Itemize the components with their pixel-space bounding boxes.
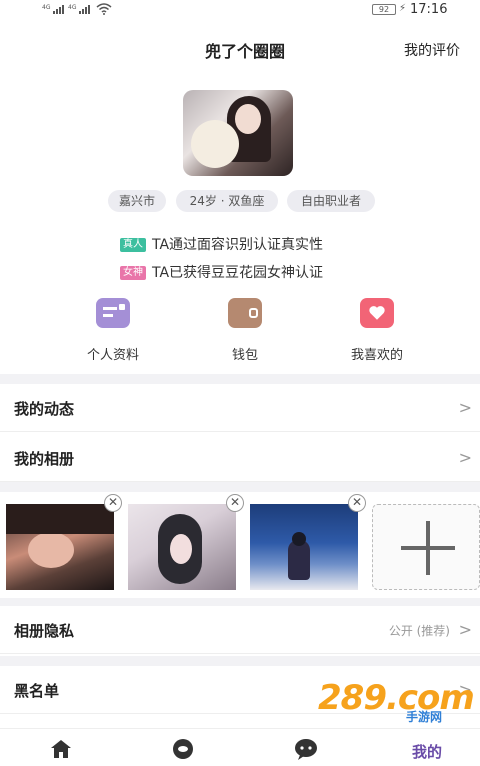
- chevron-right-icon: >: [458, 620, 472, 639]
- close-icon[interactable]: ✕: [104, 494, 122, 512]
- chevron-right-icon: >: [458, 448, 472, 467]
- section-divider: [0, 656, 480, 666]
- album-photo[interactable]: [6, 504, 114, 590]
- signal-icon: 4G: [68, 4, 91, 14]
- home-icon[interactable]: [48, 737, 74, 765]
- my-review-link[interactable]: 我的评价: [404, 40, 480, 60]
- shortcut-liked[interactable]: 我喜欢的: [322, 298, 432, 363]
- section-divider: [0, 374, 480, 384]
- real-person-badge: 真人: [120, 238, 146, 252]
- shortcut-wallet[interactable]: 钱包: [190, 298, 300, 363]
- tab-mine[interactable]: 我的: [412, 741, 442, 762]
- menu-my-moments[interactable]: 我的动态 >: [0, 384, 480, 432]
- profile-tags: 嘉兴市 24岁 · 双鱼座 自由职业者: [0, 190, 480, 212]
- goddess-badge: 女神: [120, 266, 146, 280]
- shortcut-profile[interactable]: 个人资料: [58, 298, 168, 363]
- tag-age-zodiac: 24岁 · 双鱼座: [176, 190, 278, 212]
- tag-city: 嘉兴市: [108, 190, 166, 212]
- discover-icon[interactable]: [170, 737, 196, 765]
- status-time: 17:16: [410, 2, 448, 17]
- wallet-icon: [228, 298, 262, 328]
- avatar[interactable]: [183, 90, 293, 176]
- header: 兜了个圈圈 我的评价: [0, 38, 480, 66]
- album-strip: ✕ ✕ ✕: [0, 494, 480, 594]
- verification-real-person: 真人 TA通过面容识别认证真实性: [120, 234, 323, 253]
- section-divider: [0, 598, 480, 606]
- menu-album-privacy[interactable]: 相册隐私 公开 (推荐) >: [0, 606, 480, 654]
- signal-icon: 4G: [42, 4, 65, 14]
- wifi-icon: [96, 3, 112, 15]
- battery-icon: 92: [372, 4, 396, 15]
- album-photo[interactable]: [250, 504, 358, 590]
- close-icon[interactable]: ✕: [226, 494, 244, 512]
- profile-card-icon: [96, 298, 130, 328]
- album-photo[interactable]: [128, 504, 236, 590]
- charging-icon: ⚡: [399, 3, 407, 14]
- section-divider: [0, 482, 480, 492]
- tag-occupation: 自由职业者: [287, 190, 375, 212]
- album-privacy-value: 公开 (推荐): [388, 624, 450, 638]
- message-icon[interactable]: [292, 737, 320, 765]
- menu-my-album[interactable]: 我的相册 >: [0, 434, 480, 482]
- verification-goddess: 女神 TA已获得豆豆花园女神认证: [120, 262, 323, 281]
- status-bar: 4G 4G 92 ⚡ 17:16: [0, 0, 480, 22]
- close-icon[interactable]: ✕: [348, 494, 366, 512]
- watermark-logo: 289.com 手游网: [318, 678, 475, 724]
- chevron-right-icon: >: [458, 398, 472, 417]
- add-photo-button[interactable]: [372, 504, 480, 590]
- heart-icon: [360, 298, 394, 328]
- bottom-tab-bar: 我的: [0, 728, 480, 766]
